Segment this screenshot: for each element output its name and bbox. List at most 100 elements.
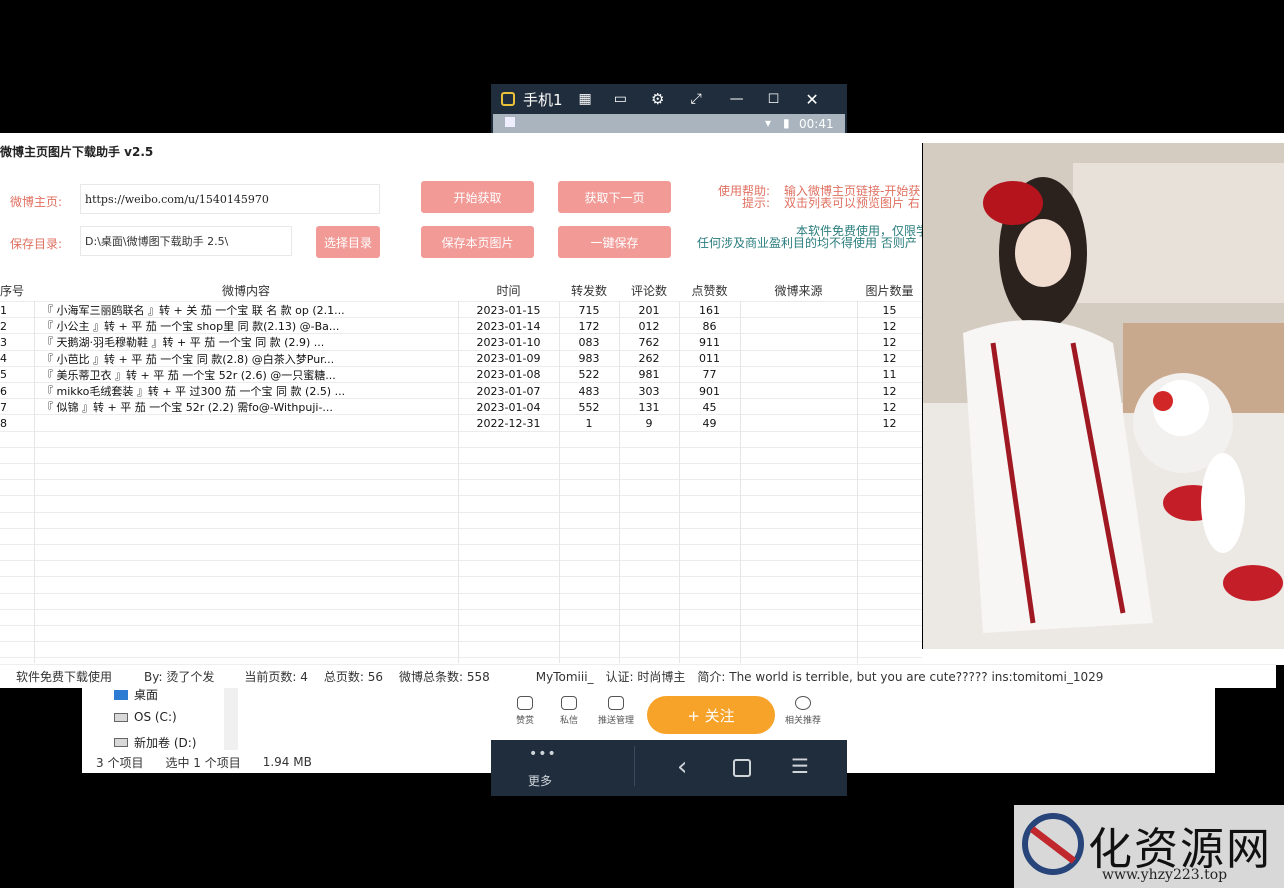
gear-icon[interactable]: ⚙: [651, 90, 664, 108]
selected-size: 1.94 MB: [262, 755, 312, 769]
next-page-button[interactable]: 获取下一页: [558, 181, 671, 213]
close-icon[interactable]: ✕: [805, 90, 818, 109]
row-divider: [0, 560, 922, 562]
nav-item-c-drive[interactable]: OS (C:): [114, 710, 177, 724]
row-divider: [0, 398, 922, 400]
qr-icon[interactable]: ▦: [579, 91, 592, 107]
cell-image-count: 12: [882, 352, 897, 366]
col-header-time[interactable]: 时间: [458, 279, 559, 301]
one-click-save-button[interactable]: 一键保存: [558, 226, 671, 258]
nav-item-d-drive[interactable]: 新加卷 (D:): [114, 734, 196, 751]
cell-comments: 131: [638, 400, 660, 414]
related-button[interactable]: 相关推荐: [781, 696, 825, 726]
cell-image-count: 12: [882, 335, 897, 349]
cell-comments: 303: [638, 384, 660, 398]
push-manage-button[interactable]: 推送管理: [593, 696, 639, 726]
col-header-source[interactable]: 微博来源: [740, 279, 857, 301]
bell-icon: [608, 696, 624, 710]
preview-frame-top: [922, 133, 1284, 143]
push-manage-label: 推送管理: [597, 716, 634, 726]
more-dots-icon[interactable]: •••: [529, 746, 557, 762]
col-header-comments[interactable]: 评论数: [619, 279, 679, 301]
row-divider: [0, 463, 922, 464]
save-dir-label: 保存目录:: [10, 237, 63, 251]
cell-time: 2023-01-08: [476, 368, 541, 382]
drive-icon: [114, 712, 128, 722]
free-usage-text: 软件免费下载使用: [16, 670, 113, 684]
cell-comments: 012: [638, 319, 660, 333]
row-divider: [0, 446, 922, 448]
weibo-bottom-bar: 赞赏 私信 推送管理 + 关注 相关推荐: [491, 688, 847, 740]
message-button[interactable]: 私信: [549, 696, 589, 726]
weibo-table[interactable]: 序号 微博内容 时间 转发数 评论数 点赞数 微博来源 图片数量 1 『 小海军三…: [0, 279, 922, 663]
nav-item-label: 新加卷 (D:): [134, 736, 197, 750]
cell-content: 『 小芭比 』转 + 平 茄 一个宝 同 款(2.8) @白茶入梦Pur...: [42, 352, 335, 366]
cell-index: 6: [0, 384, 7, 398]
cell-image-count: 12: [882, 416, 897, 430]
battery-icon: ▮: [783, 116, 790, 130]
row-divider: [0, 349, 922, 351]
user-name: MyTomiii_: [535, 669, 594, 684]
cell-index: 4: [0, 352, 7, 366]
col-header-likes[interactable]: 点赞数: [679, 279, 740, 301]
menu-icon[interactable]: ☰: [791, 754, 809, 778]
divider: [634, 746, 635, 786]
cell-source: [740, 399, 857, 415]
cell-index: 1: [0, 303, 7, 317]
reward-label: 赞赏: [515, 716, 534, 726]
back-icon[interactable]: ‹: [677, 752, 687, 782]
cell-reposts: 083: [578, 335, 600, 349]
home-icon[interactable]: [733, 759, 751, 777]
row-divider: [0, 495, 922, 497]
choose-dir-button[interactable]: 选择目录: [316, 226, 380, 258]
phone-title: 手机1: [523, 90, 563, 109]
chat-icon: [561, 696, 577, 710]
verification: 认证: 时尚博主: [605, 670, 686, 684]
phone-status-bar: ▾ ▮ 00:41: [493, 114, 845, 134]
homepage-url-input[interactable]: https://weibo.com/u/1540145970: [80, 184, 380, 214]
total-posts: 微博总条数: 558: [398, 670, 490, 684]
nav-item-desktop[interactable]: 桌面: [114, 686, 158, 703]
cell-source: [740, 383, 857, 399]
fullscreen-icon[interactable]: ⤢: [690, 91, 701, 107]
row-divider: [0, 382, 922, 383]
col-header-content[interactable]: 微博内容: [34, 279, 458, 301]
cell-reposts: 522: [578, 368, 600, 382]
col-header-index[interactable]: 序号: [0, 279, 34, 301]
col-header-image-count[interactable]: 图片数量: [857, 279, 922, 301]
cell-content: [42, 415, 458, 431]
watermark-logo: [1022, 813, 1084, 875]
downloader-app-window: 微博主页图片下载助手 v2.5 微博主页: https://weibo.com/…: [0, 133, 922, 688]
cell-content: 『 似锦 』转 + 平 茄 一个宝 52r (2.2) 需fo@-Withpuj…: [42, 401, 333, 415]
app-logo-icon: [501, 92, 515, 106]
cell-image-count: 12: [882, 384, 897, 398]
follow-button[interactable]: + 关注: [647, 696, 775, 734]
row-divider: [0, 576, 922, 578]
row-divider: [0, 301, 922, 302]
maximize-icon[interactable]: ☐: [768, 92, 780, 107]
notification-icon: [505, 117, 515, 127]
cell-time: 2022-12-31: [476, 416, 541, 430]
minimize-icon[interactable]: —: [730, 91, 744, 107]
nav-item-label: OS (C:): [134, 710, 177, 724]
save-dir-input[interactable]: D:\桌面\微博图下载助手 2.5\: [80, 226, 292, 256]
cell-likes: 45: [702, 400, 717, 414]
author-text: By: 烫了个发: [144, 670, 215, 684]
cell-likes: 901: [699, 384, 720, 398]
row-divider: [0, 511, 922, 513]
row-divider: [0, 430, 922, 432]
column-divider: [857, 301, 858, 663]
row-divider: [0, 317, 922, 319]
cell-time: 2023-01-09: [476, 352, 541, 366]
reward-button[interactable]: 赞赏: [505, 696, 545, 726]
message-icon[interactable]: ▭: [614, 91, 627, 107]
start-fetch-button[interactable]: 开始获取: [421, 181, 534, 213]
save-page-button[interactable]: 保存本页图片: [421, 226, 534, 258]
col-header-reposts[interactable]: 转发数: [559, 279, 619, 301]
cell-index: 5: [0, 368, 7, 382]
cell-likes: 77: [702, 368, 717, 382]
desktop-icon: [114, 689, 128, 700]
cell-likes: 161: [699, 303, 720, 317]
nav-scrollbar[interactable]: [224, 688, 238, 750]
cell-time: 2023-01-04: [476, 400, 541, 414]
